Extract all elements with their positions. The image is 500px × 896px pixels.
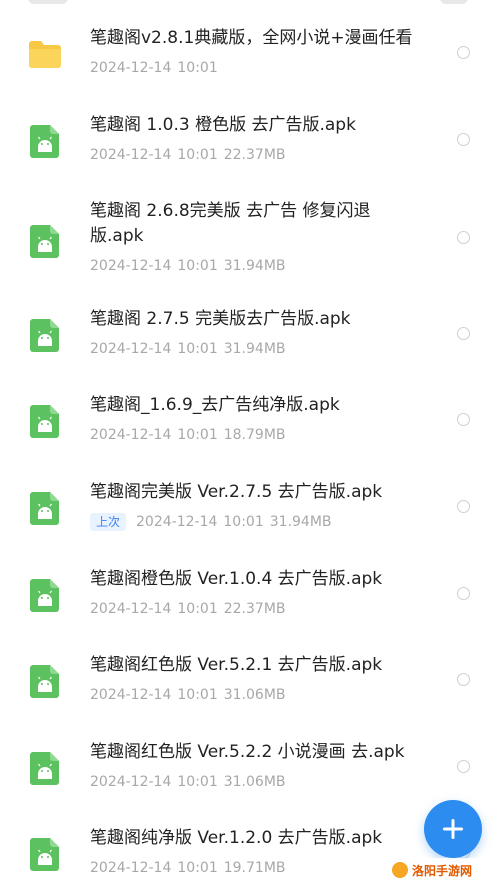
file-date: 2024-12-14 xyxy=(90,601,172,617)
file-list-item[interactable]: 笔趣阁_1.6.9_去广告纯净版.apk 2024-12-14 10:01 18.79… xyxy=(0,383,500,463)
file-meta: 2024-12-14 10:01 22.37MB xyxy=(90,600,292,618)
file-date: 2024-12-14 xyxy=(90,258,172,274)
select-radio[interactable] xyxy=(457,231,470,244)
file-time: 10:01 xyxy=(177,147,218,163)
file-name: 笔趣阁红色版 Ver.5.2.2 小说漫画 去.apk xyxy=(90,742,405,762)
file-size: 31.06MB xyxy=(223,774,286,790)
file-meta: 2024-12-14 10:01 19.71MB xyxy=(90,859,292,877)
file-size: 31.94MB xyxy=(269,514,332,530)
file-name: 笔趣阁 1.0.3 橙色版 去广告版.apk xyxy=(90,115,356,135)
folder-icon xyxy=(27,36,63,72)
file-time: 10:01 xyxy=(177,60,218,76)
file-time: 10:01 xyxy=(177,258,218,274)
file-name: 笔趣阁v2.8.1典藏版，全网小说+漫画任看 xyxy=(90,28,413,48)
add-button[interactable] xyxy=(424,800,482,858)
file-size: 31.06MB xyxy=(223,687,286,703)
file-list-item[interactable]: 笔趣阁v2.8.1典藏版，全网小说+漫画任看 2024-12-14 10:01 xyxy=(0,16,500,96)
file-list-item[interactable]: 笔趣阁 1.0.3 橙色版 去广告版.apk 2024-12-14 10:01 22.… xyxy=(0,103,500,183)
apk-file-icon xyxy=(27,490,63,526)
select-radio[interactable] xyxy=(457,133,470,146)
file-size: 22.37MB xyxy=(223,147,286,163)
file-meta: 2024-12-14 10:01 31.06MB xyxy=(90,773,292,791)
file-meta: 2024-12-14 10:01 xyxy=(90,59,224,77)
file-size: 31.94MB xyxy=(223,258,286,274)
file-size: 19.71MB xyxy=(223,860,286,876)
file-time: 10:01 xyxy=(177,427,218,443)
file-list-item[interactable]: 笔趣阁完美版 Ver.2.7.5 去广告版.apk 上次 2024-12-14 10:… xyxy=(0,470,500,550)
file-date: 2024-12-14 xyxy=(90,687,172,703)
file-list-item[interactable]: 笔趣阁橙色版 Ver.1.0.4 去广告版.apk 2024-12-14 10:01… xyxy=(0,557,500,637)
file-date: 2024-12-14 xyxy=(90,774,172,790)
file-list-item[interactable]: 笔趣阁红色版 Ver.5.2.1 去广告版.apk 2024-12-14 10:01… xyxy=(0,643,500,723)
watermark: 洛阳手游网 xyxy=(388,858,496,882)
apk-file-icon xyxy=(27,663,63,699)
apk-file-icon xyxy=(27,317,63,353)
file-name: 笔趣阁 2.6.8完美版 去广告 修复闪退版.apk xyxy=(90,201,371,246)
file-list-item[interactable]: 笔趣阁红色版 Ver.5.2.2 小说漫画 去.apk 2024-12-14 10:… xyxy=(0,730,500,810)
file-date: 2024-12-14 xyxy=(90,147,172,163)
file-date: 2024-12-14 xyxy=(90,341,172,357)
plus-icon xyxy=(443,819,463,839)
file-meta: 2024-12-14 10:01 31.94MB xyxy=(90,257,292,275)
file-date: 2024-12-14 xyxy=(90,860,172,876)
file-meta: 上次 2024-12-14 10:01 31.94MB xyxy=(90,513,338,531)
previous-item-stub xyxy=(28,0,68,4)
file-name: 笔趣阁橙色版 Ver.1.0.4 去广告版.apk xyxy=(90,569,383,589)
select-radio[interactable] xyxy=(457,673,470,686)
file-time: 10:01 xyxy=(177,687,218,703)
file-meta: 2024-12-14 10:01 31.06MB xyxy=(90,686,292,704)
file-name: 笔趣阁_1.6.9_去广告纯净版.apk xyxy=(90,395,340,415)
file-time: 10:01 xyxy=(177,774,218,790)
select-radio[interactable] xyxy=(457,327,470,340)
file-meta: 2024-12-14 10:01 31.94MB xyxy=(90,340,292,358)
file-name: 笔趣阁完美版 Ver.2.7.5 去广告版.apk xyxy=(90,482,383,502)
file-size: 22.37MB xyxy=(223,601,286,617)
file-date: 2024-12-14 xyxy=(136,514,218,530)
file-list-item[interactable]: 笔趣阁 2.6.8完美版 去广告 修复闪退版.apk 2024-12-14 10:0… xyxy=(0,189,500,289)
select-radio[interactable] xyxy=(457,413,470,426)
file-time: 10:01 xyxy=(177,601,218,617)
apk-file-icon xyxy=(27,836,63,872)
file-date: 2024-12-14 xyxy=(90,60,172,76)
apk-file-icon xyxy=(27,123,63,159)
apk-file-icon xyxy=(27,403,63,439)
file-name: 笔趣阁纯净版 Ver.1.2.0 去广告版.apk xyxy=(90,828,383,848)
select-radio[interactable] xyxy=(457,587,470,600)
file-time: 10:01 xyxy=(223,514,264,530)
previous-item-stub xyxy=(440,0,468,4)
apk-file-icon xyxy=(27,577,63,613)
file-meta: 2024-12-14 10:01 22.37MB xyxy=(90,146,292,164)
file-time: 10:01 xyxy=(177,341,218,357)
apk-file-icon xyxy=(27,750,63,786)
select-radio[interactable] xyxy=(457,760,470,773)
file-date: 2024-12-14 xyxy=(90,427,172,443)
select-radio[interactable] xyxy=(457,500,470,513)
file-size: 18.79MB xyxy=(223,427,286,443)
file-size: 31.94MB xyxy=(223,341,286,357)
watermark-logo-icon xyxy=(392,862,408,878)
watermark-text: 洛阳手游网 xyxy=(412,863,473,878)
file-meta: 2024-12-14 10:01 18.79MB xyxy=(90,426,292,444)
file-time: 10:01 xyxy=(177,860,218,876)
apk-file-icon xyxy=(27,223,63,259)
file-list-item[interactable]: 笔趣阁 2.7.5 完美版去广告版.apk 2024-12-14 10:01 31.9… xyxy=(0,297,500,377)
file-name: 笔趣阁 2.7.5 完美版去广告版.apk xyxy=(90,309,351,329)
select-radio[interactable] xyxy=(457,46,470,59)
file-name: 笔趣阁红色版 Ver.5.2.1 去广告版.apk xyxy=(90,655,383,675)
last-opened-badge: 上次 xyxy=(90,513,127,531)
